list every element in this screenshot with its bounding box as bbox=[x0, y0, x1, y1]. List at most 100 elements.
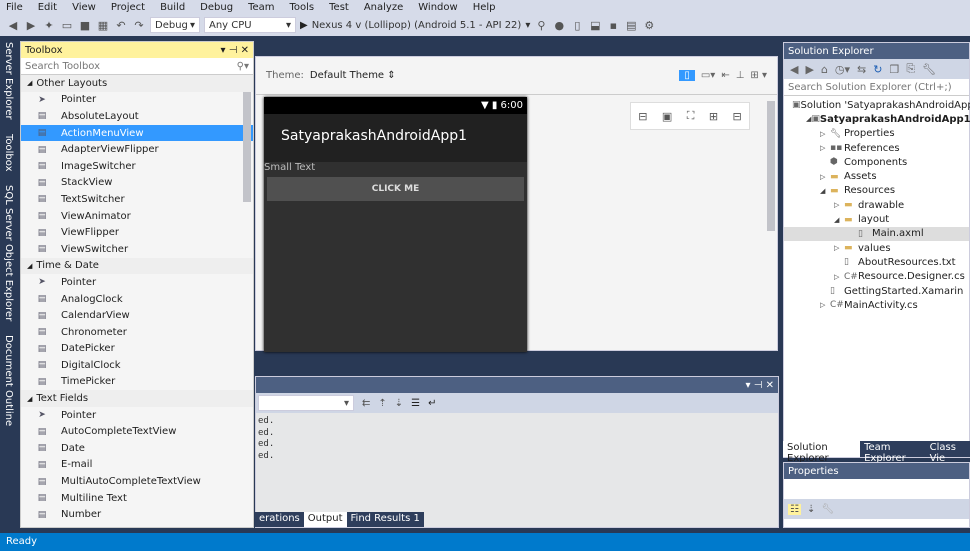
toolbox-item[interactable]: ▤ TimePicker bbox=[21, 374, 253, 391]
fit-icon[interactable]: ⛶ bbox=[687, 109, 695, 123]
save-all-icon[interactable]: ▦ bbox=[96, 19, 110, 32]
search-icon[interactable]: ⚲▾ bbox=[237, 61, 249, 72]
expand-arrow-icon[interactable]: ◢ bbox=[820, 187, 830, 195]
toolbox-group[interactable]: ◢ Text Fields bbox=[21, 390, 253, 407]
settings-icon[interactable]: ⚙ bbox=[642, 19, 656, 32]
solution-tree-item[interactable]: ▷ ▪▪ References bbox=[784, 141, 969, 155]
zoom-in-icon[interactable]: ⊞ bbox=[709, 110, 718, 123]
sdk-icon[interactable]: ⬓ bbox=[588, 19, 602, 32]
expand-arrow-icon[interactable]: ▷ bbox=[820, 144, 830, 152]
toolbox-item[interactable]: ▤ CalendarView bbox=[21, 307, 253, 324]
stamp-icon[interactable]: ⊥ bbox=[736, 70, 745, 81]
clear-all-icon[interactable]: ☰ bbox=[411, 398, 420, 409]
home-icon[interactable]: ⌂ bbox=[821, 63, 828, 76]
solution-tree-item[interactable]: ▷ ▬ Assets bbox=[784, 169, 969, 183]
solution-tree-item[interactable]: ▣Solution 'SatyaprakashAndroidApp1' ( bbox=[784, 98, 970, 112]
toolbox-item[interactable]: ▤ StackView bbox=[21, 175, 253, 192]
theme-select[interactable]: Default Theme ⇕ bbox=[310, 70, 396, 81]
toolbox-item[interactable]: ▤ AdapterViewFlipper bbox=[21, 141, 253, 158]
toolbox-item[interactable]: ▤ ViewSwitcher bbox=[21, 241, 253, 258]
zoom-out-icon[interactable]: ⊟ bbox=[733, 110, 742, 123]
toolbox-group[interactable]: ◢ Time & Date bbox=[21, 257, 253, 275]
click-me-button[interactable]: CLICK ME bbox=[267, 177, 524, 201]
menu-window[interactable]: Window bbox=[418, 2, 457, 13]
tab-find-results[interactable]: Find Results 1 bbox=[346, 512, 424, 527]
landscape-icon[interactable]: ▭▾ bbox=[701, 70, 715, 81]
solution-tree-item[interactable]: ▷ 🔧︎ Properties bbox=[784, 127, 969, 141]
redo-icon[interactable]: ↷ bbox=[132, 19, 146, 32]
find-icon[interactable]: ⚲ bbox=[534, 19, 548, 32]
emulator-icon[interactable]: ▤ bbox=[624, 19, 638, 32]
small-text-view[interactable]: Small Text bbox=[264, 162, 527, 174]
toolbox-item[interactable]: ▤ ActionMenuView bbox=[21, 124, 253, 142]
menu-team[interactable]: Team bbox=[248, 2, 274, 13]
panel-controls-icon[interactable]: ▾ ⊣ ✕ bbox=[221, 45, 249, 56]
new-project-icon[interactable]: ✦ bbox=[42, 19, 56, 32]
prev-icon[interactable]: ⇡ bbox=[378, 398, 386, 409]
toolbox-item[interactable]: ▤ DatePicker bbox=[21, 341, 253, 358]
property-pages-icon[interactable]: 🔧︎ bbox=[821, 504, 834, 515]
output-source-select[interactable]: ▾ bbox=[258, 395, 354, 411]
toolbox-item[interactable]: ➤ Pointer bbox=[21, 407, 253, 424]
word-wrap-icon[interactable]: ↵ bbox=[428, 398, 436, 409]
expand-arrow-icon[interactable]: ▷ bbox=[820, 130, 830, 138]
sync-icon[interactable]: ⇆ bbox=[857, 63, 866, 76]
app-action-bar[interactable]: SatyaprakashAndroidApp1 bbox=[264, 114, 527, 162]
toolbox-item[interactable]: ▤ Chronometer bbox=[21, 324, 253, 341]
history-icon[interactable]: ◷▾ bbox=[835, 63, 850, 76]
device-select[interactable]: Nexus 4 v (Lollipop) (Android 5.1 - API … bbox=[312, 20, 522, 31]
toolbox-item[interactable]: ➤ Pointer bbox=[21, 92, 253, 109]
expand-arrow-icon[interactable]: ▷ bbox=[834, 201, 844, 209]
run-icon[interactable]: ▶ bbox=[300, 20, 308, 31]
tab-toolbox[interactable]: Toolbox bbox=[0, 130, 17, 176]
platform-select[interactable]: Any CPU ▾ bbox=[204, 17, 296, 33]
menu-analyze[interactable]: Analyze bbox=[364, 2, 403, 13]
menu-file[interactable]: File bbox=[6, 2, 23, 13]
solution-tree-item[interactable]: ▷ ▬ drawable bbox=[784, 198, 969, 212]
solution-tree-item[interactable]: ◢ ▣ SatyaprakashAndroidApp1 bbox=[784, 112, 970, 126]
panel-controls-icon[interactable]: ▾ ⊣ ✕ bbox=[746, 380, 774, 391]
refresh-icon[interactable]: ↻ bbox=[873, 63, 882, 76]
actual-size-icon[interactable]: ▣ bbox=[662, 110, 672, 123]
tab-solution-explorer[interactable]: Solution Explorer bbox=[783, 441, 861, 464]
toolbox-item[interactable]: ▤ ViewAnimator bbox=[21, 208, 253, 225]
configuration-select[interactable]: Debug ▾ bbox=[150, 17, 200, 33]
menu-build[interactable]: Build bbox=[160, 2, 185, 13]
expand-arrow-icon[interactable]: ▷ bbox=[834, 244, 844, 252]
open-icon[interactable]: ▭ bbox=[60, 19, 74, 32]
tab-output[interactable]: Output bbox=[303, 512, 347, 527]
toolbox-item[interactable]: ▤ DigitalClock bbox=[21, 357, 253, 374]
forward-icon[interactable]: ▶ bbox=[805, 63, 813, 76]
expand-arrow-icon[interactable]: ▷ bbox=[820, 173, 830, 181]
menu-help[interactable]: Help bbox=[473, 2, 496, 13]
toolbox-item[interactable]: ▤ Date bbox=[21, 440, 253, 457]
tab-operations[interactable]: erations bbox=[255, 512, 304, 527]
tab-server-explorer[interactable]: Server Explorer bbox=[0, 38, 17, 124]
solution-tree-item[interactable]: ▷ ▬ values bbox=[784, 241, 969, 255]
portrait-icon[interactable]: ▯ bbox=[679, 70, 695, 81]
solution-tree-item[interactable]: ▷ C# Resource.Designer.cs bbox=[784, 270, 969, 284]
alphabetical-icon[interactable]: ⇣ bbox=[807, 504, 815, 515]
show-all-icon[interactable]: ⎘ bbox=[906, 62, 915, 76]
toolbox-item[interactable]: ▤ TextSwitcher bbox=[21, 191, 253, 208]
toolbox-item[interactable]: ➤ Pointer bbox=[21, 274, 253, 291]
solution-tree-item[interactable]: ◢ ▬ layout bbox=[784, 212, 969, 226]
menu-view[interactable]: View bbox=[72, 2, 96, 13]
forward-icon[interactable]: ▶ bbox=[24, 19, 38, 32]
back-icon[interactable]: ◀ bbox=[6, 19, 20, 32]
solution-tree-item[interactable]: ⬢ Components bbox=[784, 155, 969, 169]
toolbox-group[interactable]: ◢ Other Layouts bbox=[21, 75, 253, 92]
code-icon[interactable]: ⇤ bbox=[721, 70, 729, 81]
layout-icon[interactable]: ⊟ bbox=[638, 110, 647, 123]
expand-arrow-icon[interactable]: ◢ bbox=[834, 216, 844, 224]
toolbox-item[interactable]: ▤ E-mail bbox=[21, 457, 253, 474]
solution-search-input[interactable]: Search Solution Explorer (Ctrl+;) bbox=[784, 79, 969, 96]
solution-tree-item[interactable]: ▯ Main.axml bbox=[784, 226, 969, 241]
tab-team-explorer[interactable]: Team Explorer bbox=[860, 441, 926, 464]
menu-edit[interactable]: Edit bbox=[38, 2, 57, 13]
menu-debug[interactable]: Debug bbox=[200, 2, 233, 13]
solution-tree-item[interactable]: ▷ C# MainActivity.cs bbox=[784, 298, 969, 312]
toolbox-item[interactable]: ▤ ViewFlipper bbox=[21, 224, 253, 241]
back-icon[interactable]: ◀ bbox=[790, 63, 798, 76]
menu-project[interactable]: Project bbox=[111, 2, 145, 13]
